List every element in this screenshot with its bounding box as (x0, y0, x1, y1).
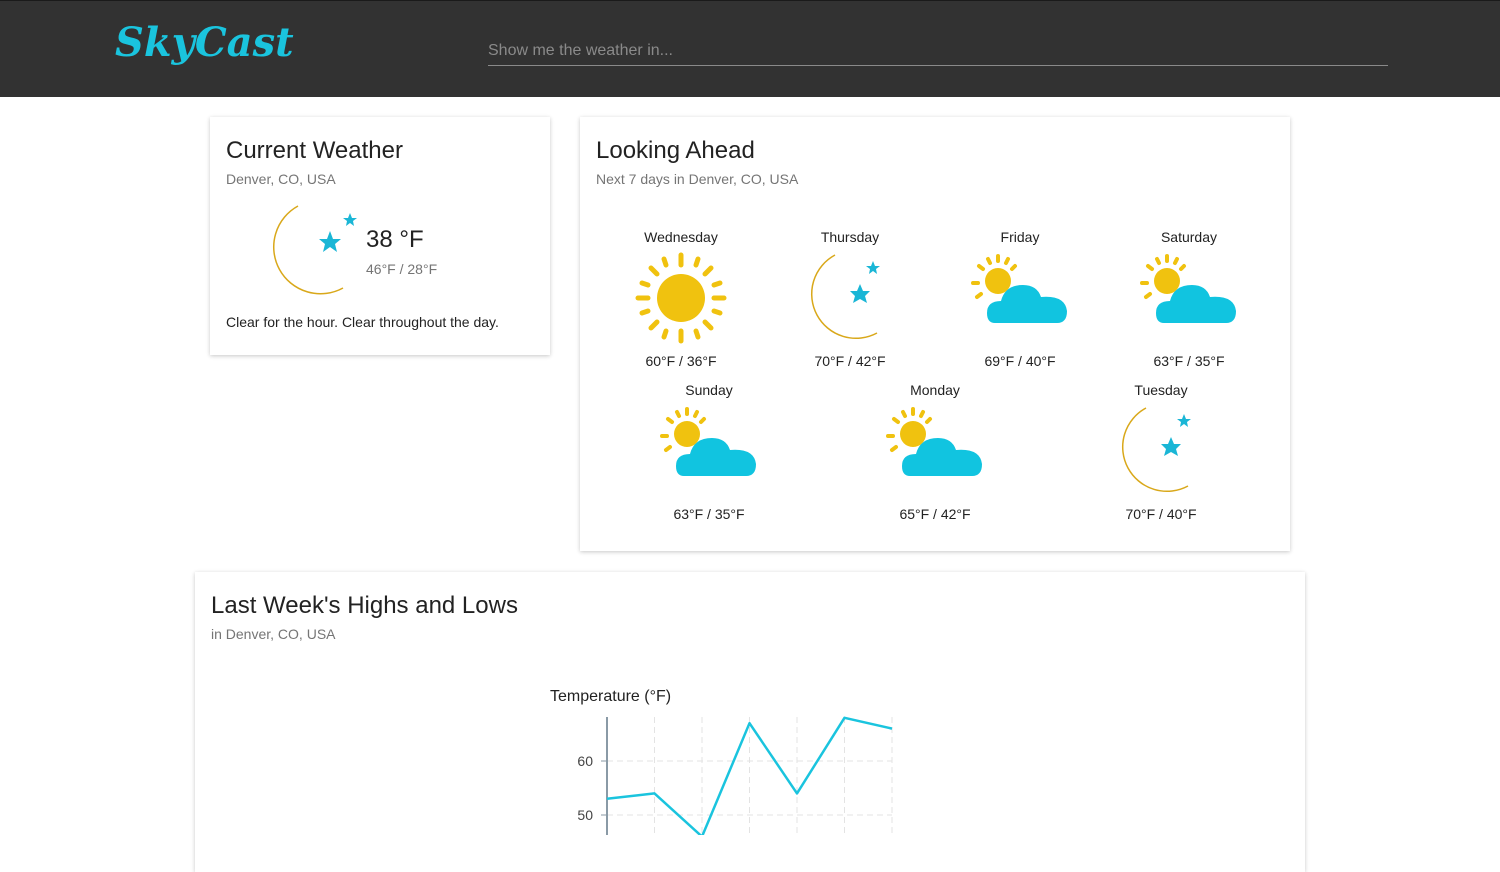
y-tick-label: 50 (577, 807, 593, 823)
partly-cloudy-day-icon (880, 404, 990, 498)
forecast-day: Friday 69°F / 40°F (955, 229, 1085, 369)
y-axis-label: Temperature (°F) (550, 688, 671, 705)
day-name: Saturday (1124, 229, 1254, 245)
location-search-input[interactable] (488, 37, 1388, 66)
current-high-low: 46°F / 28°F (366, 261, 437, 277)
day-temps: 63°F / 35°F (644, 506, 774, 522)
day-name: Tuesday (1096, 382, 1226, 398)
chart-grid (607, 717, 892, 835)
day-temps: 70°F / 42°F (785, 353, 915, 369)
partly-cloudy-day-icon (654, 404, 764, 498)
y-ticks: 50 60 (577, 753, 607, 823)
clear-night-icon (1106, 404, 1216, 498)
day-temps: 69°F / 40°F (955, 353, 1085, 369)
day-name: Friday (955, 229, 1085, 245)
clear-night-icon (795, 251, 905, 345)
day-temps: 65°F / 42°F (870, 506, 1000, 522)
card-title: Current Weather (226, 137, 403, 165)
current-weather-card: Current Weather Denver, CO, USA 38 °F 46… (210, 117, 550, 355)
history-card: Last Week's Highs and Lows in Denver, CO… (195, 572, 1305, 872)
forecast-day: Monday 65°F / 42°F (870, 382, 1000, 522)
day-temps: 60°F / 36°F (616, 353, 746, 369)
forecast-card: Looking Ahead Next 7 days in Denver, CO,… (580, 117, 1290, 551)
clear-day-icon (626, 251, 736, 345)
clear-night-icon (248, 203, 358, 298)
day-name: Sunday (644, 382, 774, 398)
day-temps: 63°F / 35°F (1124, 353, 1254, 369)
day-name: Thursday (785, 229, 915, 245)
forecast-day: Saturday 63°F / 35°F (1124, 229, 1254, 369)
forecast-day: Sunday 63°F / 35°F (644, 382, 774, 522)
partly-cloudy-day-icon (965, 251, 1075, 345)
day-name: Wednesday (616, 229, 746, 245)
location-label: Denver, CO, USA (226, 171, 336, 187)
forecast-day: Thursday 70°F / 42°F (785, 229, 915, 369)
temperature-line-chart: Temperature (°F) 50 60 (195, 572, 1305, 835)
partly-cloudy-day-icon (1134, 251, 1244, 345)
current-temperature: 38 °F (366, 226, 424, 254)
y-tick-label: 60 (577, 753, 593, 769)
top-bar: SkyCast (0, 0, 1500, 97)
day-temps: 70°F / 40°F (1096, 506, 1226, 522)
weather-summary: Clear for the hour. Clear throughout the… (226, 314, 499, 330)
forecast-day: Wednesday 60°F / 36°F (616, 229, 746, 369)
forecast-day: Tuesday 70°F / 40°F (1096, 382, 1226, 522)
forecast-subtitle: Next 7 days in Denver, CO, USA (596, 171, 798, 187)
day-name: Monday (870, 382, 1000, 398)
card-title: Looking Ahead (596, 137, 755, 165)
app-logo[interactable]: SkyCast (115, 19, 294, 66)
